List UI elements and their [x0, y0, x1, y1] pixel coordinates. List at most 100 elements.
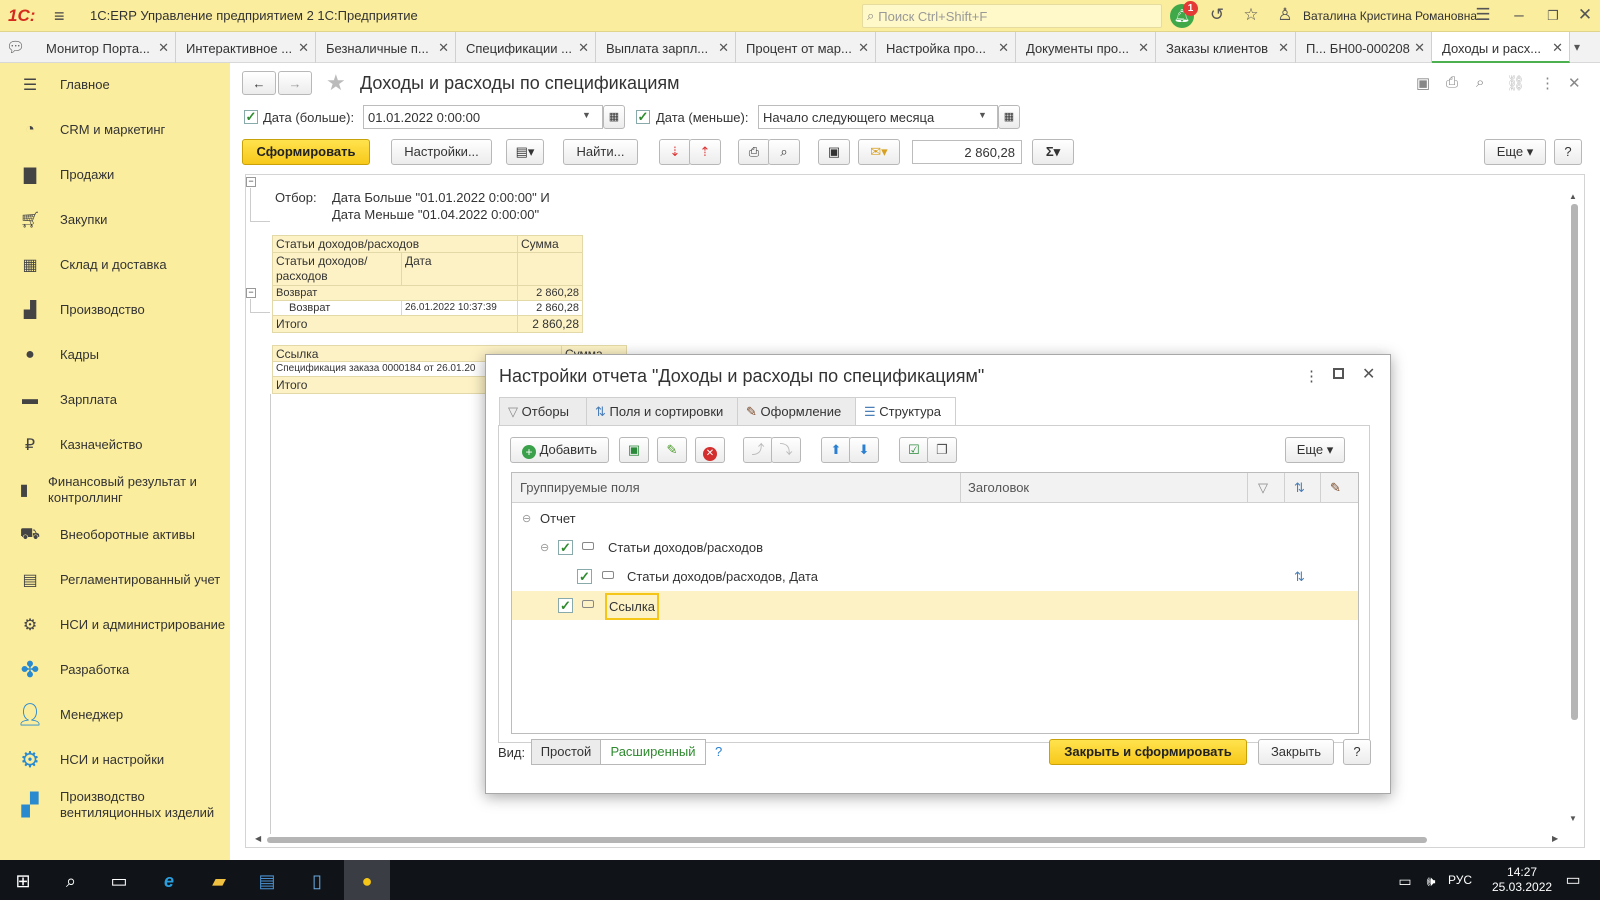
date-from-field[interactable]: 01.01.2022 0:00:00	[363, 105, 603, 129]
open-tab[interactable]: Настройка про... ✕	[876, 32, 1016, 63]
col-heading[interactable]: Заголовок	[968, 480, 1029, 495]
favorite-star-icon[interactable]: ★	[326, 70, 346, 96]
add-button[interactable]: + Добавить	[510, 437, 609, 463]
find-button[interactable]: Найти...	[563, 139, 638, 165]
preview-icon[interactable]: ⌕	[1476, 74, 1484, 91]
sidebar-item-production[interactable]: ▟ Производство	[0, 288, 230, 332]
save-icon[interactable]: ▣	[818, 139, 850, 165]
sidebar-item-warehouse[interactable]: ▦ Склад и доставка	[0, 243, 230, 287]
more-vert-icon[interactable]: ⋮	[1540, 74, 1555, 92]
print-icon[interactable]: ⎙	[1446, 74, 1458, 91]
email-dropdown-icon[interactable]: ✉▾	[858, 139, 900, 165]
dialog-help-button[interactable]: ?	[1343, 739, 1371, 765]
close-form-icon[interactable]: ✕	[1568, 74, 1581, 92]
sidebar-item-manager[interactable]: 👤︎ Менеджер	[0, 693, 230, 737]
sidebar-item-hr[interactable]: ● Кадры	[0, 333, 230, 377]
sorting-col-icon[interactable]: ⇅	[1294, 480, 1305, 496]
sidebar-item-nsi-admin[interactable]: ⚙ НСИ и администрирование	[0, 603, 230, 647]
taskbar-clock[interactable]: 14:27 25.03.2022	[1492, 865, 1552, 895]
global-search-input[interactable]: ⌕ Поиск Ctrl+Shift+F	[862, 4, 1162, 28]
scroll-up-icon[interactable]: ▲	[1569, 192, 1577, 201]
calendar-icon[interactable]: ▦	[998, 105, 1020, 129]
horizontal-scroll-thumb[interactable]	[267, 837, 1427, 843]
settings-button[interactable]: Настройки...	[391, 139, 492, 165]
open-tab[interactable]: Выплата зарпл... ✕	[596, 32, 736, 63]
close-tab-icon[interactable]: ✕	[1138, 40, 1149, 56]
help-button[interactable]: ?	[1554, 139, 1582, 165]
open-tab[interactable]: П... БН00-000208 ✕	[1296, 32, 1432, 63]
check-all-icon[interactable]: ☑	[899, 437, 929, 463]
sidebar-item-regulated[interactable]: ▤ Регламентированный учет	[0, 558, 230, 602]
user-icon[interactable]: ♙	[1274, 5, 1296, 27]
scroll-right-icon[interactable]: ▶	[1552, 834, 1558, 843]
tab-structure[interactable]: ☰ Структура	[855, 397, 956, 426]
language-indicator[interactable]: РУС	[1448, 873, 1472, 887]
row-checkbox[interactable]: ✓	[558, 598, 573, 613]
1c-app-icon[interactable]: ●	[354, 868, 380, 894]
more-button[interactable]: Еще ▾	[1484, 139, 1546, 165]
tab-filters[interactable]: ▽ Отборы	[499, 397, 587, 425]
uncheck-all-icon[interactable]: ❐	[927, 437, 957, 463]
date-from-checkbox[interactable]: ✓	[244, 110, 258, 124]
restore-icon[interactable]: ❐	[1542, 8, 1564, 30]
open-tab[interactable]: Монитор Порта... ✕	[36, 32, 176, 63]
more-vert-icon[interactable]: ⋮	[1304, 367, 1319, 385]
tab-appearance[interactable]: ✎ Оформление	[737, 397, 856, 425]
close-tab-icon[interactable]: ✕	[718, 40, 729, 56]
horizontal-scrollbar[interactable]: ◀ ▶	[255, 834, 1567, 846]
row-checkbox[interactable]: ✓	[558, 540, 573, 555]
structure-tree-grid[interactable]: Группируемые поля Заголовок ▽ ⇅ ✎ ⊖ Отче…	[511, 472, 1359, 734]
collapse-icon[interactable]: ⊖	[540, 541, 549, 554]
close-tab-icon[interactable]: ✕	[1414, 40, 1425, 56]
search-icon[interactable]: ⌕	[58, 868, 84, 894]
open-tab[interactable]: Безналичные п... ✕	[316, 32, 456, 63]
group-icon[interactable]: ⤴	[743, 437, 773, 463]
minimize-icon[interactable]: –	[1508, 5, 1530, 27]
close-window-icon[interactable]: ✕	[1574, 5, 1596, 27]
sidebar-item-finance[interactable]: ▮ Финансовый результат и контроллинг	[0, 468, 230, 512]
row-checkbox[interactable]: ✓	[577, 569, 592, 584]
close-dialog-icon[interactable]: ✕	[1362, 364, 1375, 384]
open-tab[interactable]: Документы про... ✕	[1016, 32, 1156, 63]
forward-button[interactable]: →	[278, 71, 312, 95]
volume-icon[interactable]: 🕪︎	[1418, 868, 1444, 894]
move-up-icon[interactable]: ⬆	[821, 437, 851, 463]
date-to-field[interactable]: Начало следующего месяца	[758, 105, 998, 129]
sidebar-item-treasury[interactable]: ₽ Казначейство	[0, 423, 230, 467]
close-tab-icon[interactable]: ✕	[1552, 40, 1563, 56]
vertical-scroll-thumb[interactable]	[1571, 204, 1578, 720]
save-icon[interactable]: ▣	[1416, 74, 1430, 92]
dialog-more-button[interactable]: Еще ▾	[1285, 437, 1345, 463]
tree-node-label[interactable]: Ссылка	[605, 593, 660, 620]
close-tab-icon[interactable]: ✕	[298, 40, 309, 56]
notifications-center-icon[interactable]: ▭	[1560, 868, 1586, 894]
view-simple-button[interactable]: Простой	[531, 739, 601, 765]
sidebar-item-crm[interactable]: ◔ CRM и маркетинг	[0, 108, 230, 152]
notepad-icon[interactable]: ▯	[304, 868, 330, 894]
close-tab-icon[interactable]: ✕	[998, 40, 1009, 56]
close-tab-icon[interactable]: ✕	[158, 40, 169, 56]
generate-button[interactable]: Сформировать	[242, 139, 370, 165]
scroll-left-icon[interactable]: ◀	[255, 834, 261, 843]
variants-dropdown-icon[interactable]: ▤▾	[506, 139, 544, 165]
close-and-generate-button[interactable]: Закрыть и сформировать	[1049, 739, 1247, 765]
maximize-icon[interactable]	[1333, 368, 1344, 379]
view-extended-button[interactable]: Расширенный	[600, 739, 706, 765]
print-icon[interactable]: ⎙	[738, 139, 770, 165]
open-tab-active[interactable]: Доходы и расх... ✕	[1432, 32, 1570, 63]
close-tab-icon[interactable]: ✕	[1278, 40, 1289, 56]
tab-fields-sorting[interactable]: ⇅ Поля и сортировки	[586, 397, 738, 425]
remote-desktop-icon[interactable]: ▤	[254, 868, 280, 894]
scroll-down-icon[interactable]: ▼	[1569, 814, 1577, 823]
open-tab[interactable]: Процент от мар... ✕	[736, 32, 876, 63]
calendar-icon[interactable]: ▦	[603, 105, 625, 129]
close-tab-icon[interactable]: ✕	[438, 40, 449, 56]
sidebar-item-sales[interactable]: ▇ Продажи	[0, 153, 230, 197]
close-tab-icon[interactable]: ✕	[578, 40, 589, 56]
link-icon[interactable]: ⛓	[1506, 74, 1525, 92]
sidebar-item-salary[interactable]: ▬ Зарплата	[0, 378, 230, 422]
tree-row-grouping[interactable]: ✓ Статьи доходов/расходов, Дата ⇅	[512, 562, 1358, 591]
windows-start-icon[interactable]: ⊞	[10, 868, 36, 894]
view-help-link[interactable]: ?	[715, 744, 722, 759]
edit-pencil-icon[interactable]: ✎	[657, 437, 687, 463]
